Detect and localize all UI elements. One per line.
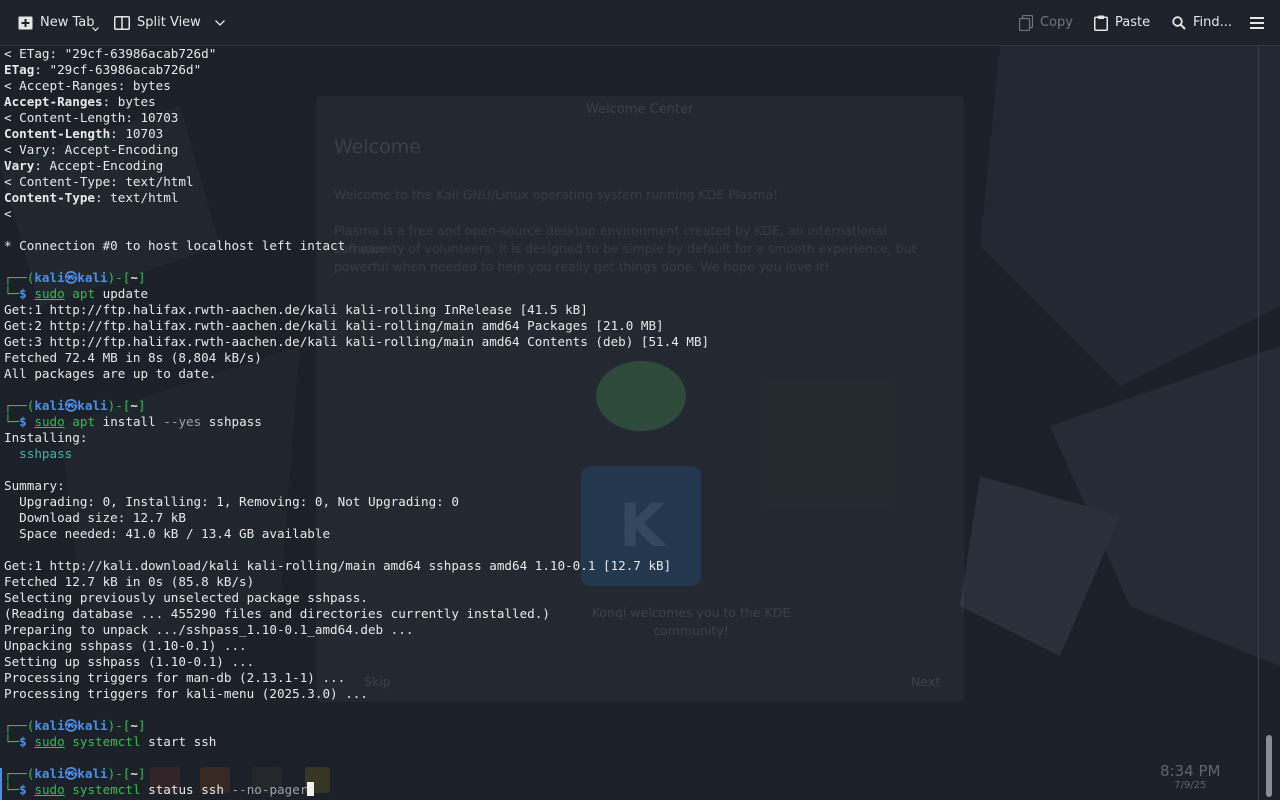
split-view-button[interactable]: Split View (114, 0, 225, 45)
current-command-line[interactable]: └─$ sudo systemctl status ssh --no-pager (4, 782, 315, 798)
split-view-label: Split View (137, 15, 201, 30)
terminal-line: All packages are up to date. (4, 366, 217, 381)
search-icon (1172, 15, 1186, 30)
terminal-line: Content-Length: 10703 (4, 126, 164, 141)
terminal-line: sshpass (4, 446, 73, 461)
new-tab-menu-arrow-icon[interactable] (92, 27, 99, 32)
paste-button[interactable]: Paste (1094, 0, 1150, 45)
prompt-line: ┌──(kali㉿kali)-[~] (4, 270, 146, 285)
hamburger-menu-button[interactable] (1250, 0, 1264, 45)
terminal-line: Selecting previously unselected package … (4, 590, 368, 605)
konsole-toolbar: New Tab Split View Copy Paste Find... (0, 0, 1280, 46)
find-button[interactable]: Find... (1172, 0, 1232, 45)
new-tab-label: New Tab (40, 15, 95, 30)
terminal-line: Preparing to unpack .../sshpass_1.10-0.1… (4, 622, 414, 637)
terminal-line: < Content-Length: 10703 (4, 110, 179, 125)
terminal-line: Setting up sshpass (1.10-0.1) ... (4, 654, 255, 669)
find-label: Find... (1193, 15, 1233, 30)
paste-label: Paste (1115, 15, 1151, 30)
terminal-line: (Reading database ... 455290 files and d… (4, 606, 550, 621)
chevron-down-icon (214, 19, 225, 26)
terminal-line: Get:3 http://ftp.halifax.rwth-aachen.de/… (4, 334, 710, 349)
prompt-line: ┌──(kali㉿kali)-[~] (4, 766, 146, 781)
terminal-line: Accept-Ranges: bytes (4, 94, 156, 109)
prompt-line: ┌──(kali㉿kali)-[~] (4, 718, 146, 733)
terminal-line: Space needed: 41.0 kB / 13.4 GB availabl… (4, 526, 331, 541)
paste-icon (1094, 15, 1108, 31)
terminal-line: Installing: (4, 430, 88, 445)
terminal-line: Upgrading: 0, Installing: 1, Removing: 0… (4, 494, 459, 509)
terminal-line: Unpacking sshpass (1.10-0.1) ... (4, 638, 247, 653)
copy-button[interactable]: Copy (1019, 0, 1073, 45)
new-tab-button[interactable]: New Tab (18, 0, 95, 45)
terminal-line: < ETag: "29cf-63986acab726d" (4, 46, 217, 61)
terminal-line: Download size: 12.7 kB (4, 510, 186, 525)
terminal-line: Get:1 http://kali.download/kali kali-rol… (4, 558, 672, 573)
scrollbar-thumb[interactable] (1266, 735, 1272, 797)
terminal-line: Vary: Accept-Encoding (4, 158, 164, 173)
copy-icon (1019, 14, 1033, 31)
terminal-line: < Accept-Ranges: bytes (4, 78, 171, 93)
text-cursor (307, 782, 315, 796)
split-view-icon (114, 15, 130, 30)
terminal-line: < Content-Type: text/html (4, 174, 194, 189)
new-tab-icon (18, 16, 33, 29)
terminal-line: Fetched 72.4 MB in 8s (8,804 kB/s) (4, 350, 262, 365)
terminal-line: < (4, 206, 12, 221)
terminal-line: Summary: (4, 478, 65, 493)
command-line: └─$ sudo apt update (4, 286, 149, 301)
terminal-line: Content-Type: text/html (4, 190, 179, 205)
active-line-marker (0, 768, 2, 800)
terminal-line: Processing triggers for man-db (2.13.1-1… (4, 670, 346, 685)
terminal-line: < Vary: Accept-Encoding (4, 142, 179, 157)
command-line: └─$ sudo systemctl start ssh (4, 734, 217, 749)
prompt-line: ┌──(kali㉿kali)-[~] (4, 398, 146, 413)
copy-label: Copy (1040, 15, 1073, 30)
scrollbar-separator (1258, 46, 1259, 800)
terminal-line: Get:2 http://ftp.halifax.rwth-aachen.de/… (4, 318, 664, 333)
terminal-output[interactable]: < ETag: "29cf-63986acab726d" ETag: "29cf… (4, 46, 1254, 800)
terminal-line: Processing triggers for kali-menu (2025.… (4, 686, 368, 701)
terminal-line: Get:1 http://ftp.halifax.rwth-aachen.de/… (4, 302, 588, 317)
terminal-line: ETag: "29cf-63986acab726d" (4, 62, 202, 77)
hamburger-menu-icon (1250, 16, 1264, 29)
terminal-line: Fetched 12.7 kB in 0s (85.8 kB/s) (4, 574, 255, 589)
terminal-line: * Connection #0 to host localhost left i… (4, 238, 346, 253)
command-line: └─$ sudo apt install --yes sshpass (4, 414, 262, 429)
